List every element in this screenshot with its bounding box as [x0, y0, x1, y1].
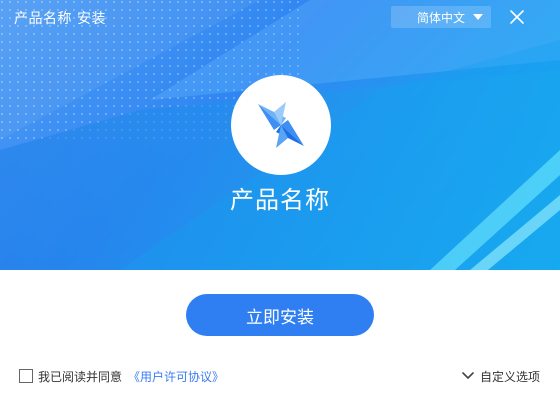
install-button[interactable]: 立即安装	[186, 294, 374, 336]
window-title: 产品名称 安装	[14, 11, 106, 27]
agreement-checkbox[interactable]	[19, 369, 33, 383]
bowtie-logo-icon	[258, 102, 304, 148]
close-button[interactable]	[505, 5, 529, 29]
agreement-row: 我已阅读并同意 《用户许可协议》	[19, 367, 224, 385]
close-icon	[510, 10, 524, 24]
chevron-down-icon	[462, 372, 474, 380]
product-name: 产品名称	[230, 186, 330, 214]
license-agreement-link[interactable]: 《用户许可协议》	[128, 368, 224, 385]
caret-down-icon	[473, 14, 483, 20]
language-select[interactable]: 简体中文	[391, 6, 491, 28]
language-select-value: 简体中文	[417, 10, 466, 25]
custom-options-toggle[interactable]: 自定义选项	[462, 367, 540, 385]
custom-options-label: 自定义选项	[480, 369, 541, 384]
product-logo	[231, 75, 331, 175]
agreement-text: 我已阅读并同意	[38, 369, 123, 384]
